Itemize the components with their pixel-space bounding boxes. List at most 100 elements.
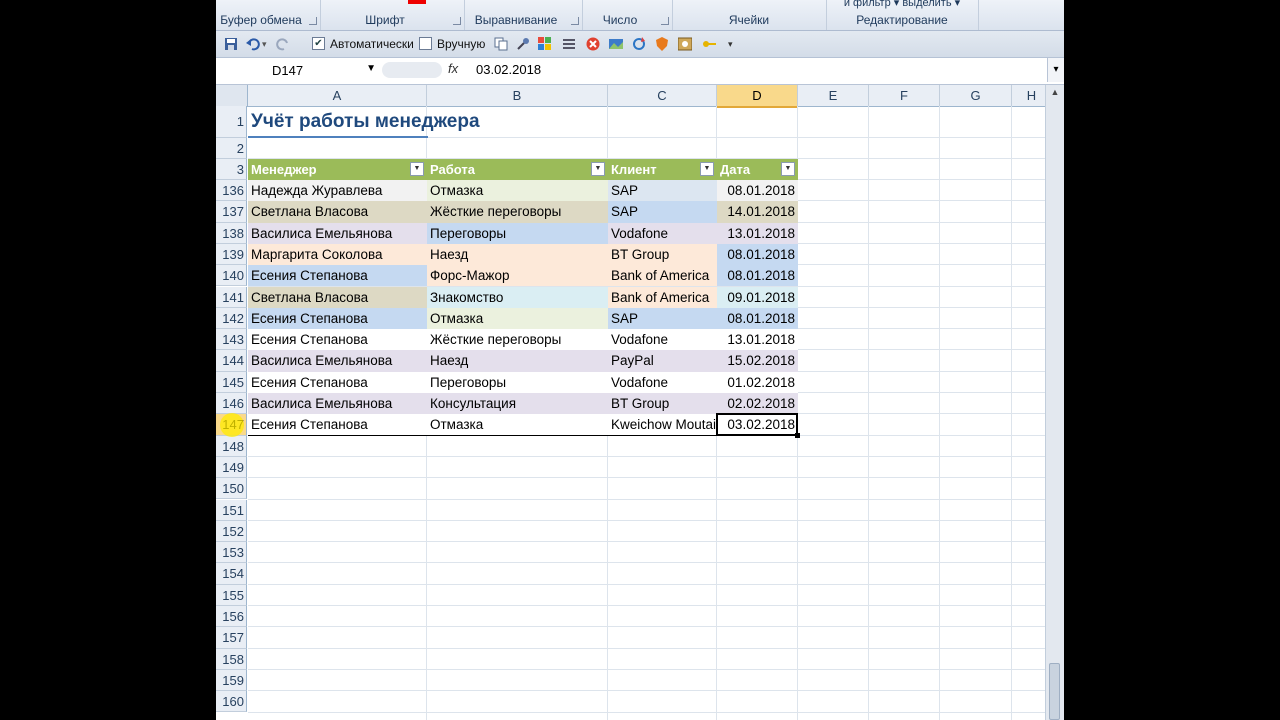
list-icon[interactable] — [562, 37, 576, 51]
table-cell[interactable]: Bank of America — [608, 265, 717, 287]
table-header-cell[interactable]: Клиент ▼ — [608, 159, 717, 180]
table-cell[interactable]: Bank of America — [608, 286, 717, 308]
manual-calc-checkbox[interactable] — [419, 37, 432, 50]
table-cell[interactable]: Надежда Журавлева — [248, 180, 427, 202]
row-header[interactable]: 149 — [216, 456, 247, 479]
table-cell[interactable]: SAP — [608, 180, 717, 202]
row-header[interactable]: 160 — [216, 691, 247, 713]
formula-bar-splitter[interactable] — [382, 62, 442, 78]
table-cell[interactable]: 14.01.2018 — [717, 201, 798, 223]
row-header[interactable]: 2 — [216, 138, 247, 159]
table-cell[interactable]: 09.01.2018 — [717, 286, 798, 308]
refresh-icon[interactable] — [632, 37, 646, 51]
dialog-launcher-icon[interactable] — [453, 17, 461, 25]
table-cell[interactable]: Отмазка — [427, 180, 608, 202]
row-header[interactable]: 139 — [216, 243, 247, 266]
filter-dropdown-icon[interactable]: ▼ — [591, 162, 605, 176]
macro-icon[interactable] — [678, 37, 692, 51]
table-cell[interactable]: Отмазка — [427, 307, 608, 330]
shield-icon[interactable] — [655, 37, 669, 51]
pin-icon[interactable] — [516, 37, 530, 51]
row-header[interactable]: 138 — [216, 222, 247, 244]
vertical-scrollbar[interactable]: ▲ — [1045, 85, 1064, 720]
table-header-cell[interactable]: Менеджер ▼ — [248, 159, 427, 180]
table-cell[interactable]: Знакомство — [427, 286, 608, 308]
table-cell[interactable]: 02.02.2018 — [717, 393, 798, 415]
table-header-cell[interactable]: Дата ▼ — [717, 159, 798, 180]
font-color-icon[interactable] — [408, 0, 426, 4]
table-cell[interactable]: 08.01.2018 — [717, 180, 798, 202]
column-header-f[interactable]: F — [869, 85, 940, 107]
table-cell[interactable]: BT Group — [608, 393, 717, 415]
table-cell[interactable]: 13.01.2018 — [717, 329, 798, 351]
table-cell[interactable]: Есения Степанова — [248, 307, 427, 330]
save-icon[interactable] — [224, 37, 238, 51]
table-cell[interactable]: Переговоры — [427, 371, 608, 393]
table-cell[interactable]: 08.01.2018 — [717, 307, 798, 330]
column-header-e[interactable]: E — [798, 85, 869, 107]
table-cell[interactable]: 15.02.2018 — [717, 350, 798, 372]
table-cell[interactable]: Форс-Мажор — [427, 265, 608, 287]
row-header[interactable]: 152 — [216, 520, 247, 543]
table-cell[interactable]: Консультация — [427, 393, 608, 415]
table-cell[interactable]: Kweichow Moutai — [608, 414, 717, 436]
filter-dropdown-icon[interactable]: ▼ — [410, 162, 424, 176]
copy-icon[interactable] — [494, 37, 508, 51]
table-cell[interactable]: Vodafone — [608, 329, 717, 351]
table-cell[interactable]: 01.02.2018 — [717, 371, 798, 393]
column-header-d[interactable]: D — [717, 85, 798, 108]
table-cell[interactable]: Наезд — [427, 350, 608, 372]
table-cell[interactable]: BT Group — [608, 243, 717, 266]
row-header[interactable]: 136 — [216, 180, 247, 202]
filter-dropdown-icon[interactable]: ▼ — [700, 162, 714, 176]
editing-buttons-label[interactable]: и фильтр ▾ выделить ▾ — [826, 0, 978, 9]
table-cell[interactable]: Отмазка — [427, 414, 608, 436]
table-cell[interactable]: Есения Степанова — [248, 371, 427, 393]
table-cell[interactable]: 13.01.2018 — [717, 222, 798, 244]
row-header[interactable]: 140 — [216, 265, 247, 287]
row-header[interactable]: 3 — [216, 159, 247, 180]
table-cell[interactable]: Vodafone — [608, 222, 717, 244]
dialog-launcher-icon[interactable] — [661, 17, 669, 25]
row-header[interactable]: 153 — [216, 542, 247, 564]
table-cell[interactable]: Есения Степанова — [248, 329, 427, 351]
dialog-launcher-icon[interactable] — [571, 17, 579, 25]
table-cell[interactable]: PayPal — [608, 350, 717, 372]
name-box[interactable]: D147 ▼ — [218, 60, 378, 80]
table-cell[interactable]: Vodafone — [608, 371, 717, 393]
row-header[interactable]: 150 — [216, 478, 247, 500]
column-header-c[interactable]: C — [608, 85, 717, 107]
undo-icon[interactable] — [246, 37, 260, 51]
row-header[interactable]: 146 — [216, 393, 247, 415]
table-cell[interactable]: Жёсткие переговоры — [427, 201, 608, 223]
scroll-thumb[interactable] — [1049, 663, 1060, 720]
row-header[interactable]: 155 — [216, 584, 247, 606]
row-header[interactable]: 154 — [216, 563, 247, 585]
formula-input[interactable]: 03.02.2018 — [476, 62, 541, 77]
color-grid-icon[interactable] — [538, 37, 552, 51]
filter-dropdown-icon[interactable]: ▼ — [781, 162, 795, 176]
chevron-down-icon[interactable]: ▼ — [366, 63, 376, 74]
row-header[interactable]: 141 — [216, 286, 247, 308]
table-cell[interactable]: Василиса Емельянова — [248, 393, 427, 415]
row-header[interactable]: 145 — [216, 371, 247, 393]
column-header-b[interactable]: B — [427, 85, 608, 107]
column-header-a[interactable]: A — [248, 85, 427, 107]
table-cell[interactable]: Есения Степанова — [248, 414, 427, 436]
table-cell[interactable]: Светлана Власова — [248, 286, 427, 308]
table-cell[interactable]: SAP — [608, 201, 717, 223]
table-cell[interactable]: Есения Степанова — [248, 265, 427, 287]
insert-function-icon[interactable]: fx — [448, 61, 458, 76]
row-header[interactable]: 159 — [216, 669, 247, 692]
key-icon[interactable] — [702, 37, 716, 51]
worksheet-grid[interactable]: ABCDEFGH 1 2 3 136 137 138 139 140 141 142 143 144 1… — [216, 85, 1052, 720]
redo-icon[interactable] — [276, 37, 290, 51]
table-cell[interactable]: Светлана Власова — [248, 201, 427, 223]
auto-calc-checkbox[interactable]: ✔ — [312, 37, 325, 50]
select-all-corner[interactable] — [216, 85, 248, 107]
table-cell[interactable]: Жёсткие переговоры — [427, 329, 608, 351]
table-cell[interactable]: Переговоры — [427, 222, 608, 244]
column-header-g[interactable]: G — [940, 85, 1012, 107]
table-cell[interactable]: SAP — [608, 307, 717, 330]
dialog-launcher-icon[interactable] — [309, 17, 317, 25]
